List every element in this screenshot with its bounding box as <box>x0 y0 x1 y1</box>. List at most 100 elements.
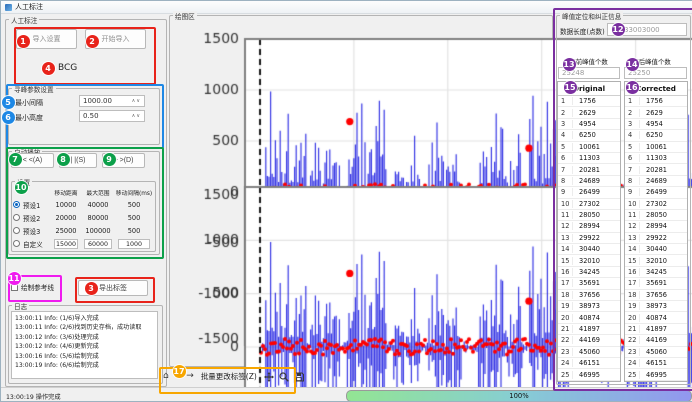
row-number: 10 <box>625 200 640 208</box>
table-row[interactable]: 1027302 <box>558 199 620 210</box>
min-height-spinner[interactable]: 0.50 ∧∨ <box>79 110 145 122</box>
table-row[interactable]: 611303 <box>625 153 687 164</box>
data-length-field[interactable]: 33003000 <box>607 23 687 36</box>
preset-label: 预设1 <box>23 200 49 210</box>
row-number: 7 <box>625 166 640 174</box>
table-row[interactable]: 611303 <box>558 153 620 164</box>
preset-row[interactable]: 自定义15000600001000 <box>13 237 153 250</box>
table-row[interactable]: 824689 <box>558 176 620 187</box>
batch-edit-labels-button[interactable]: 批量更改标签(Z) <box>201 371 257 382</box>
preset-input[interactable]: 15000 <box>54 239 78 249</box>
table-row[interactable]: 1735691 <box>625 278 687 289</box>
original-peaks-table[interactable]: Original 1175622629349544625051006161130… <box>557 81 621 382</box>
back-arrow-icon[interactable]: ← <box>174 372 182 381</box>
pause-button[interactable]: | |(S) <box>59 153 97 168</box>
peaks-after-field[interactable]: 25250 <box>624 67 687 79</box>
table-row[interactable]: 2647878 <box>625 381 687 382</box>
table-row[interactable]: 2040874 <box>558 312 620 323</box>
table-row[interactable]: 1938973 <box>625 301 687 312</box>
table-row[interactable]: 2647878 <box>558 381 620 382</box>
table-row[interactable]: 34954 <box>625 119 687 130</box>
zoom-icon[interactable] <box>279 372 289 382</box>
row-number: 6 <box>558 154 573 162</box>
preset-row[interactable]: 预设325000100000500 <box>13 224 153 237</box>
table-row[interactable]: 2345060 <box>558 347 620 358</box>
table-row[interactable]: 824689 <box>625 176 687 187</box>
preset-input[interactable]: 60000 <box>84 239 112 249</box>
table-row[interactable]: 22629 <box>558 107 620 118</box>
table-row[interactable]: 1938973 <box>558 301 620 312</box>
table-row[interactable]: 926499 <box>558 187 620 198</box>
table-row[interactable]: 2141897 <box>625 324 687 335</box>
row-number: 20 <box>558 314 573 322</box>
table-row[interactable]: 2546995 <box>558 369 620 380</box>
move-right-button[interactable]: > >(D) <box>102 153 145 168</box>
table-row[interactable]: 22629 <box>625 107 687 118</box>
radio-icon[interactable] <box>13 214 20 221</box>
table-row[interactable]: 2040874 <box>625 312 687 323</box>
row-number: 16 <box>558 268 573 276</box>
table-row[interactable]: 510061 <box>625 142 687 153</box>
preset-row[interactable]: 预设22000080000500 <box>13 211 153 224</box>
checkbox-icon[interactable] <box>11 284 18 291</box>
table-row[interactable]: 1128050 <box>558 210 620 221</box>
table-row[interactable]: 2244169 <box>625 335 687 346</box>
table-row[interactable]: 2546995 <box>625 369 687 380</box>
table-row[interactable]: 1532010 <box>625 255 687 266</box>
peaks-before-field[interactable]: 25248 <box>558 67 620 79</box>
pan-icon[interactable] <box>264 372 274 382</box>
table-row[interactable]: 1329922 <box>558 233 620 244</box>
min-height-value: 0.50 <box>83 112 99 120</box>
peak-value: 1756 <box>573 97 620 105</box>
table-row[interactable]: 2446151 <box>625 358 687 369</box>
table-row[interactable]: 2141897 <box>558 324 620 335</box>
progress-value: 100% <box>509 392 528 400</box>
table-row[interactable]: 1837656 <box>625 290 687 301</box>
table-row[interactable]: 34954 <box>558 119 620 130</box>
table-row[interactable]: 1634245 <box>625 267 687 278</box>
export-labels-button[interactable]: 导出标签 <box>78 280 148 296</box>
table-row[interactable]: 1430440 <box>558 244 620 255</box>
forward-arrow-icon[interactable]: → <box>186 372 194 381</box>
start-import-button[interactable]: 开始导入 <box>85 29 146 49</box>
corrected-peaks-table[interactable]: Corrected 117562262934954462505100616113… <box>624 81 688 382</box>
radio-icon[interactable] <box>13 201 20 208</box>
move-left-button[interactable]: < <(A) <box>11 153 54 168</box>
draw-refline-checkbox[interactable]: 绘制参考线 <box>11 282 54 292</box>
table-row[interactable]: 720281 <box>625 164 687 175</box>
preset-input[interactable]: 1000 <box>118 239 150 249</box>
log-textarea[interactable]: 13:00:11 Info: (1/6)导入完成13:00:11 Info: (… <box>11 311 158 379</box>
import-settings-button[interactable]: 导入设置 <box>16 29 77 49</box>
table-row[interactable]: 2244169 <box>558 335 620 346</box>
table-row[interactable]: 1532010 <box>558 255 620 266</box>
table-row[interactable]: 2345060 <box>625 347 687 358</box>
row-number: 2 <box>625 109 640 117</box>
table-row[interactable]: 1837656 <box>558 290 620 301</box>
table-row[interactable]: 1128050 <box>625 210 687 221</box>
save-icon[interactable] <box>294 372 304 382</box>
table-row[interactable]: 1735691 <box>558 278 620 289</box>
table-row[interactable]: 46250 <box>558 130 620 141</box>
table-row[interactable]: 1027302 <box>625 199 687 210</box>
spinner-arrows-icon[interactable]: ∧∨ <box>132 98 141 104</box>
table-row[interactable]: 1430440 <box>625 244 687 255</box>
table-row[interactable]: 11756 <box>558 96 620 107</box>
radio-icon[interactable] <box>13 240 20 247</box>
radio-icon[interactable] <box>13 227 20 234</box>
table-row[interactable]: 1228994 <box>625 221 687 232</box>
plot-toolbar: ⌂ ← → 批量更改标签(Z) <box>163 371 304 382</box>
table-row[interactable]: 510061 <box>558 142 620 153</box>
table-row[interactable]: 46250 <box>625 130 687 141</box>
min-interval-spinner[interactable]: 1000.00 ∧∨ <box>79 95 145 107</box>
spinner-arrows-icon[interactable]: ∧∨ <box>132 113 141 119</box>
table-row[interactable]: 1228994 <box>558 221 620 232</box>
table-row[interactable]: 926499 <box>625 187 687 198</box>
preset-row[interactable]: 预设11000040000500 <box>13 198 153 211</box>
home-icon[interactable]: ⌂ <box>163 372 169 381</box>
table-row[interactable]: 11756 <box>625 96 687 107</box>
table-row[interactable]: 1634245 <box>558 267 620 278</box>
row-number: 25 <box>625 371 640 379</box>
table-row[interactable]: 2446151 <box>558 358 620 369</box>
table-row[interactable]: 720281 <box>558 164 620 175</box>
table-row[interactable]: 1329922 <box>625 233 687 244</box>
